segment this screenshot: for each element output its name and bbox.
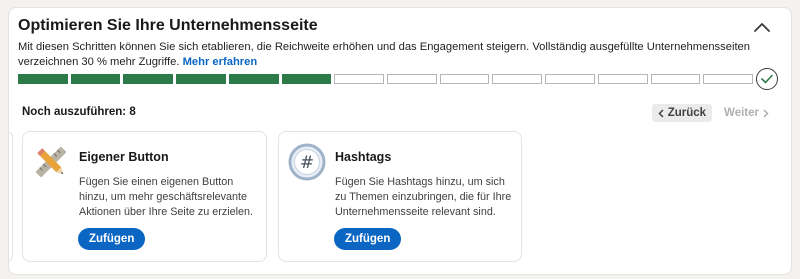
card-hashtags: # Hashtags Fügen Sie Hashtags hinzu, um … [278, 131, 522, 262]
completion-check [756, 68, 778, 90]
remaining-count: Noch auszuführen: 8 [22, 106, 136, 118]
carousel-navigation: Zurück Weiter [651, 104, 775, 122]
checkmark-circle-icon [761, 74, 773, 84]
progress-segment-pending [334, 74, 385, 84]
svg-text:#: # [300, 153, 314, 173]
progress-segment-complete [281, 74, 332, 84]
progress-segment-pending [597, 74, 648, 84]
progress-segment-pending [439, 74, 490, 84]
learn-more-link[interactable]: Mehr erfahren [183, 56, 258, 68]
progress-segment-pending [387, 74, 437, 84]
progress-segment-complete [176, 74, 226, 84]
description-text: Mit diesen Schritten können Sie sich eta… [18, 41, 750, 68]
add-hashtags-button[interactable]: Zufügen [334, 228, 402, 250]
progress-bar [18, 73, 754, 85]
progress-segment-complete [228, 74, 279, 84]
progress-segment-complete [18, 74, 68, 84]
add-custom-button-button[interactable]: Zufügen [78, 228, 146, 250]
card-title: Hashtags [335, 150, 392, 164]
next-label: Weiter [724, 107, 759, 119]
optimize-page-panel: Optimieren Sie Ihre Unternehmensseite Mi… [8, 7, 792, 275]
card-text: Fügen Sie einen eigenen Button hinzu, um… [79, 176, 254, 218]
hashtag-icon: # [288, 143, 326, 181]
card-text: Fügen Sie Hashtags hinzu, um sich zu The… [335, 176, 512, 218]
chevron-up-icon [754, 23, 770, 32]
card-custom-button: Eigener Button Fügen Sie einen eigenen B… [22, 131, 267, 262]
back-button[interactable]: Zurück [651, 104, 713, 122]
card-title: Eigener Button [79, 150, 169, 164]
next-button[interactable]: Weiter [718, 104, 775, 122]
previous-card-edge [9, 131, 13, 262]
panel-title: Optimieren Sie Ihre Unternehmensseite [18, 17, 318, 34]
progress-segment-complete [70, 74, 121, 84]
progress-segment-pending [545, 74, 595, 84]
progress-segment-pending [650, 74, 701, 84]
progress-segment-pending [492, 74, 543, 84]
ruler-pencil-icon [32, 143, 70, 181]
back-label: Zurück [667, 107, 707, 119]
progress-segment-pending [703, 74, 754, 84]
panel-description: Mit diesen Schritten können Sie sich eta… [18, 40, 778, 70]
chevron-right-icon [763, 108, 769, 118]
progress-segment-complete [123, 74, 174, 84]
collapse-button[interactable] [751, 16, 773, 38]
chevron-left-icon [658, 108, 664, 118]
